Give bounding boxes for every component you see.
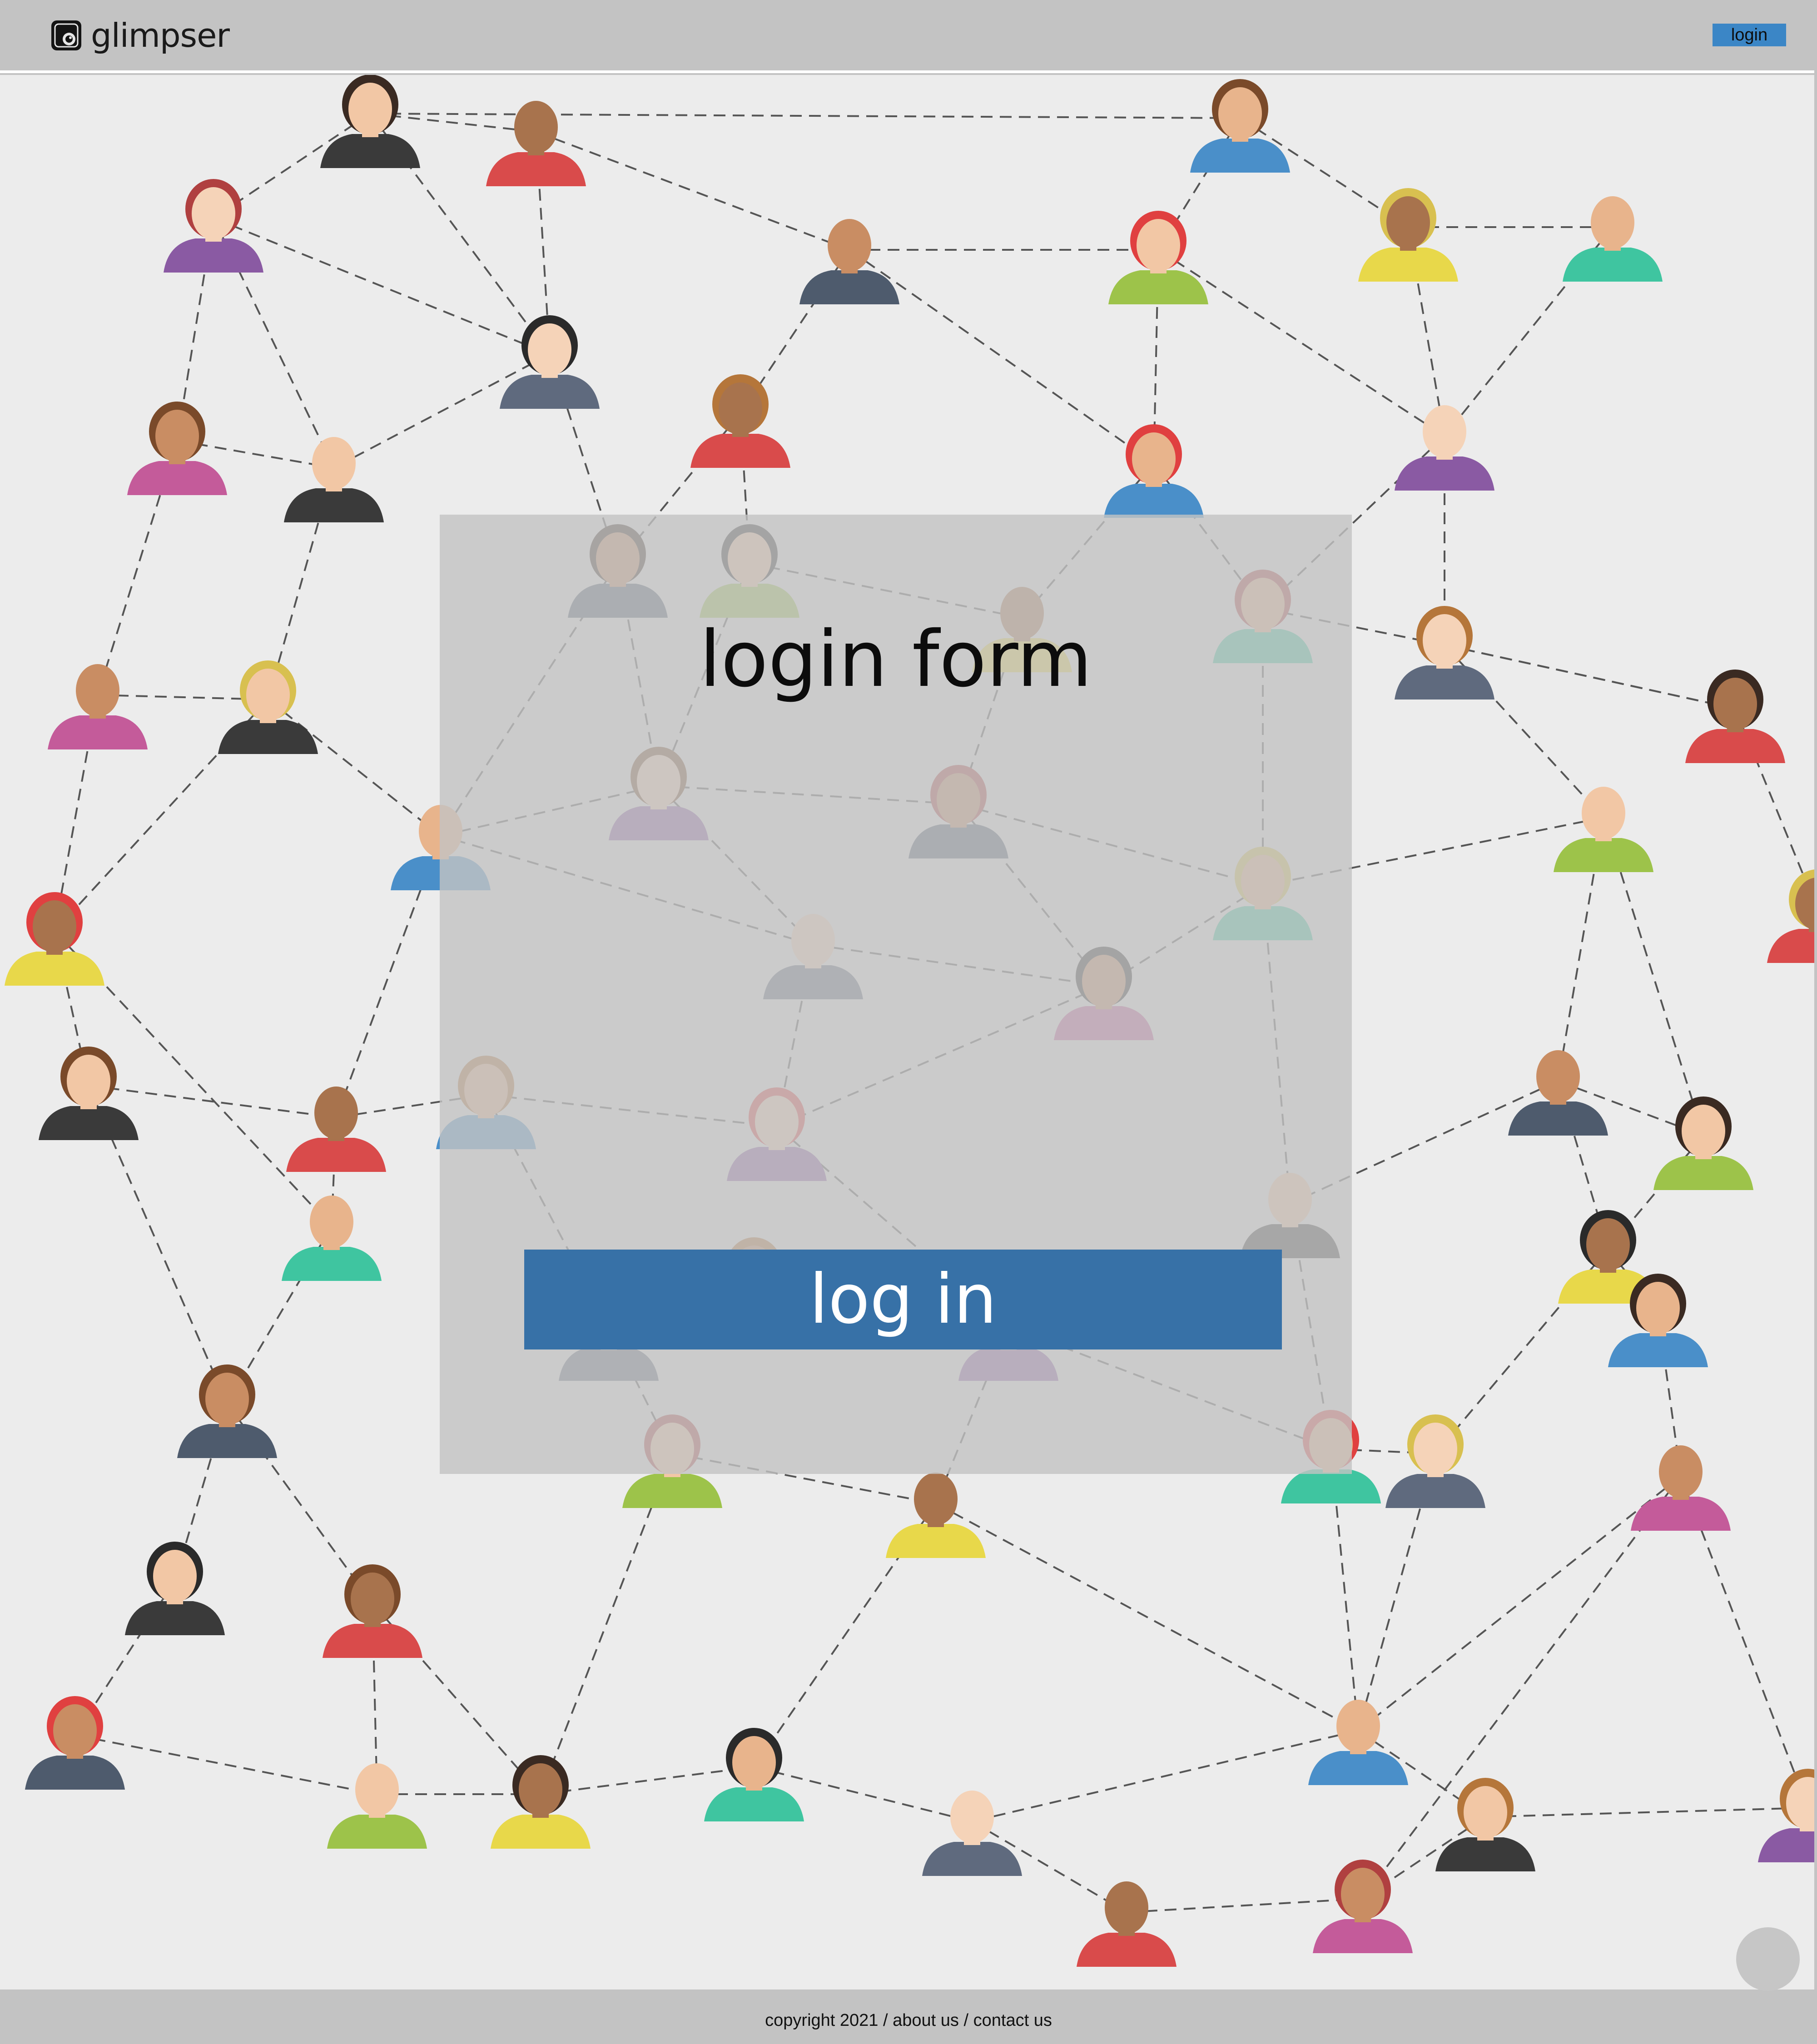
person-avatar-icon — [491, 1755, 591, 1849]
person-avatar-icon — [1554, 787, 1653, 872]
person-avatar-icon — [284, 437, 384, 522]
footer-copyright: copyright 2021 — [765, 2011, 879, 2030]
chat-bubble-icon[interactable] — [1736, 1927, 1800, 1991]
main-stage: login form log in — [0, 75, 1814, 1989]
person-avatar-icon — [1385, 1414, 1485, 1508]
person-avatar-icon — [1435, 1778, 1535, 1871]
person-avatar-icon — [922, 1791, 1022, 1876]
log-in-button[interactable]: log in — [524, 1250, 1282, 1349]
footer-contact-link[interactable]: contact us — [973, 2011, 1052, 2030]
person-avatar-icon — [1395, 606, 1494, 700]
brand[interactable]: glimpser — [50, 16, 230, 55]
connection-line — [267, 699, 442, 837]
connection-line — [88, 1085, 337, 1118]
connection-line — [849, 249, 1155, 464]
person-avatar-icon — [286, 1086, 386, 1172]
person-avatar-icon — [125, 1542, 225, 1635]
person-avatar-icon — [320, 75, 420, 168]
connection-line — [1357, 1475, 1682, 1731]
header-login-button[interactable]: login — [1713, 24, 1786, 46]
person-avatar-icon — [177, 1364, 277, 1458]
person-avatar-icon — [1313, 1860, 1413, 1953]
header-divider — [0, 70, 1817, 73]
connection-line — [1485, 1807, 1808, 1818]
person-avatar-icon — [500, 315, 600, 409]
connection-line — [935, 1503, 1359, 1731]
person-avatar-icon — [48, 664, 148, 749]
footer-separator: / — [958, 2011, 973, 2030]
person-avatar-icon — [1108, 211, 1208, 304]
connection-line — [1126, 1898, 1363, 1913]
person-avatar-icon — [127, 402, 227, 495]
person-avatar-icon — [690, 374, 790, 468]
person-avatar-icon — [1767, 869, 1814, 963]
login-form-title: login form — [699, 615, 1092, 704]
person-avatar-icon — [323, 1564, 422, 1658]
person-avatar-icon — [1631, 1445, 1731, 1531]
connection-line — [370, 113, 1241, 119]
person-avatar-icon — [1077, 1881, 1177, 1967]
connection-line — [1362, 1475, 1682, 1900]
person-avatar-icon — [5, 892, 104, 986]
connection-line — [536, 131, 850, 251]
person-avatar-icon — [1358, 188, 1458, 282]
person-avatar-icon — [799, 219, 899, 304]
connection-line — [972, 1730, 1359, 1822]
footer-separator: / — [878, 2011, 893, 2030]
connection-line — [540, 1766, 755, 1795]
camera-lens-icon — [51, 20, 81, 50]
footer-about-link[interactable]: about us — [893, 2011, 959, 2030]
brand-name: glimpser — [91, 16, 230, 55]
person-avatar-icon — [25, 1696, 125, 1790]
stage-right-border — [1814, 70, 1817, 1992]
person-avatar-icon — [39, 1047, 139, 1140]
person-avatar-icon — [1395, 405, 1494, 491]
person-avatar-icon — [486, 101, 586, 186]
person-avatar-icon — [1758, 1769, 1814, 1862]
person-avatar-icon — [1653, 1096, 1753, 1190]
person-avatar-icon — [1190, 79, 1290, 173]
top-bar: glimpser login — [0, 0, 1817, 70]
person-avatar-icon — [1508, 1050, 1608, 1136]
person-avatar-icon — [327, 1763, 427, 1849]
person-avatar-icon — [164, 179, 263, 273]
person-avatar-icon — [1685, 670, 1785, 763]
person-avatar-icon — [282, 1196, 382, 1281]
footer: copyright 2021 / about us / contact us — [0, 1992, 1817, 2044]
connection-line — [333, 353, 550, 469]
person-avatar-icon — [1563, 196, 1663, 282]
person-avatar-icon — [218, 660, 318, 754]
login-form-card: login form log in — [440, 515, 1352, 1474]
person-avatar-icon — [704, 1728, 804, 1821]
person-avatar-icon — [886, 1473, 986, 1558]
